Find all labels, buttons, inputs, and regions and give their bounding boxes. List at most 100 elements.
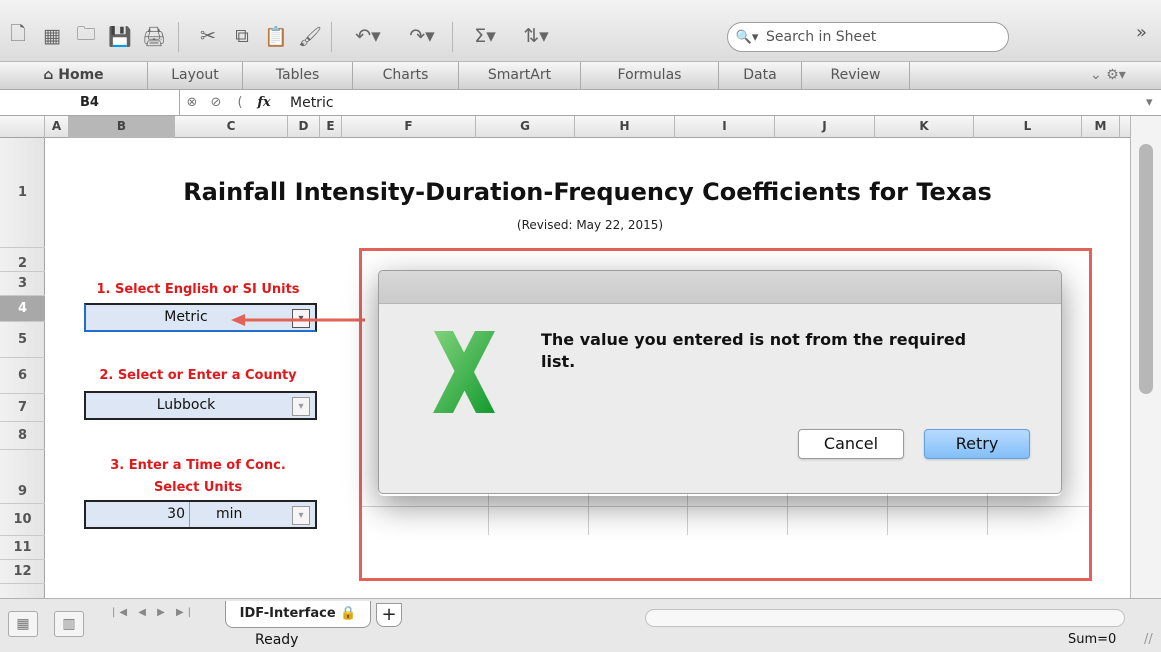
row-header-8[interactable]: 8 <box>0 422 45 450</box>
sum-display: Sum=0 <box>1068 632 1117 647</box>
row-header-5[interactable]: 5 <box>0 322 45 358</box>
row-header-3[interactable]: 3 <box>0 272 45 296</box>
formula-paren-icon: ( <box>237 94 243 110</box>
name-box[interactable]: B4 <box>0 89 180 116</box>
step-3-sub-label: Select Units <box>153 480 243 495</box>
time-unit-dropdown-button[interactable]: ▾ <box>292 506 310 525</box>
row-header-7[interactable]: 7 <box>0 394 45 422</box>
autosum-icon[interactable]: Σ▾ <box>462 22 508 50</box>
column-header-e[interactable]: E <box>320 116 342 138</box>
formula-input[interactable]: Metric <box>276 95 334 111</box>
ribbon-settings-icon[interactable]: ⌄ ⚙▾ <box>1090 62 1126 89</box>
revision-date: (Revised: May 22, 2015) <box>516 218 664 232</box>
row-header-11[interactable]: 11 <box>0 536 45 560</box>
dialog-message: The value you entered is not from the re… <box>541 330 967 371</box>
column-header-d[interactable]: D <box>288 116 320 138</box>
excel-window: { "toolbar": { "icons": ["new-icon","tem… <box>0 0 1161 652</box>
column-header-g[interactable]: G <box>476 116 575 138</box>
vertical-scroll-thumb[interactable] <box>1139 144 1153 394</box>
column-header-k[interactable]: K <box>875 116 974 138</box>
column-header-b[interactable]: B <box>69 116 175 138</box>
row-header-1[interactable]: 1 <box>0 138 45 248</box>
paste-icon[interactable]: 📋 <box>262 22 290 50</box>
new-icon[interactable]: 🗋 <box>4 22 32 50</box>
search-icon: 🔍▾ <box>735 29 759 45</box>
vertical-scrollbar[interactable] <box>1130 116 1161 598</box>
tab-layout[interactable]: Layout <box>148 62 243 90</box>
county-cell[interactable]: Lubbock ▾ <box>84 391 317 420</box>
retry-button[interactable]: Retry <box>924 429 1030 459</box>
sheet-navigation-arrows[interactable]: |◀ ◀ ▶ ▶| <box>112 607 195 618</box>
cancel-button[interactable]: Cancel <box>798 429 904 459</box>
step-1-label: 1. Select English or SI Units <box>96 282 300 297</box>
templates-icon[interactable]: ▦ <box>38 22 66 50</box>
annotation-arrow <box>231 314 365 326</box>
column-header-i[interactable]: I <box>675 116 775 138</box>
column-header-a[interactable]: A <box>45 116 69 138</box>
toolbar-separator <box>452 22 453 52</box>
dialog-titlebar <box>379 271 1061 304</box>
format-painter-icon[interactable]: 🖌 <box>296 22 324 50</box>
tab-smartart[interactable]: SmartArt <box>459 62 581 90</box>
tab-review[interactable]: Review <box>802 62 910 90</box>
toolbar-separator <box>178 22 179 52</box>
open-icon[interactable]: 🗀 <box>72 22 100 50</box>
tab-data[interactable]: Data <box>719 62 802 90</box>
save-icon[interactable]: 💾 <box>106 22 134 50</box>
validation-error-dialog: The value you entered is not from the re… <box>378 270 1062 494</box>
sheet-tab[interactable]: IDF-Interface 🔒 <box>225 601 371 628</box>
row-header-10[interactable]: 10 <box>0 504 45 536</box>
print-icon[interactable]: 🖨 <box>140 22 168 50</box>
toolbar-overflow-icon[interactable]: » <box>1136 22 1147 43</box>
time-unit[interactable]: min <box>216 502 242 527</box>
tab-formulas[interactable]: Formulas <box>581 62 719 90</box>
copy-icon[interactable]: ⧉ <box>228 22 256 50</box>
tab-home[interactable]: ⌂ Home <box>0 62 148 90</box>
cut-icon[interactable]: ✂ <box>194 22 222 50</box>
row-headers: 1 2 3 4 5 6 7 8 9 10 11 12 <box>0 138 45 598</box>
row-header-2[interactable]: 2 <box>0 248 45 272</box>
page-layout-view-button[interactable]: ▥ <box>54 611 84 637</box>
row-header-12[interactable]: 12 <box>0 560 45 584</box>
insert-function-icon[interactable]: fx <box>252 95 276 110</box>
column-header-m[interactable]: M <box>1082 116 1120 138</box>
undo-icon[interactable]: ↶▾ <box>344 22 392 50</box>
row-header-4[interactable]: 4 <box>0 296 45 322</box>
search-input[interactable]: Search in Sheet <box>766 29 876 45</box>
row-header-9[interactable]: 9 <box>0 450 45 504</box>
column-headers: A B C D E F G H I J K L M <box>0 116 1130 138</box>
time-cell[interactable]: 30 min ▾ <box>84 500 317 529</box>
status-text: Ready <box>255 632 299 648</box>
row-header-6[interactable]: 6 <box>0 358 45 394</box>
formula-bar: B4 ⊗ ⊘ ( fx Metric ▾ <box>0 89 1161 116</box>
redo-icon[interactable]: ↷▾ <box>398 22 446 50</box>
grid-line <box>362 506 1089 507</box>
column-header-l[interactable]: L <box>974 116 1082 138</box>
lock-icon: 🔒 <box>340 606 357 621</box>
select-all-corner[interactable] <box>0 116 45 138</box>
confirm-edit-icon[interactable]: ⊘ <box>204 90 228 116</box>
standard-toolbar: 🗋 ▦ 🗀 💾 🖨 ✂ ⧉ 📋 🖌 ↶▾ ↷▾ Σ▾ ⇅▾ 🔍▾ Search … <box>0 0 1161 62</box>
column-header-j[interactable]: J <box>775 116 875 138</box>
horizontal-scrollbar[interactable] <box>645 609 1125 627</box>
cancel-edit-icon[interactable]: ⊗ <box>180 90 204 116</box>
tab-charts[interactable]: Charts <box>353 62 459 90</box>
sheet-tab-label: IDF-Interface <box>239 606 336 621</box>
toolbar-separator <box>331 22 332 52</box>
county-dropdown-button[interactable]: ▾ <box>292 397 310 416</box>
time-value[interactable]: 30 <box>86 502 190 527</box>
column-header-h[interactable]: H <box>575 116 675 138</box>
step-3-label: 3. Enter a Time of Conc. <box>110 458 286 473</box>
add-sheet-button[interactable]: + <box>376 603 402 627</box>
column-header-f[interactable]: F <box>342 116 476 138</box>
resize-grip-icon[interactable]: // <box>1144 632 1153 647</box>
sheet-title: Rainfall Intensity-Duration-Frequency Co… <box>183 178 992 206</box>
column-header-c[interactable]: C <box>175 116 288 138</box>
normal-view-button[interactable]: ▦ <box>8 611 38 637</box>
formula-bar-dropdown-icon[interactable]: ▾ <box>1146 90 1153 116</box>
tab-tables[interactable]: Tables <box>243 62 353 90</box>
status-area: ▦ ▥ |◀ ◀ ▶ ▶| IDF-Interface 🔒 + Ready Su… <box>0 598 1161 652</box>
sort-icon[interactable]: ⇅▾ <box>513 22 559 50</box>
county-value[interactable]: Lubbock <box>86 393 286 418</box>
search-sheet-field[interactable]: 🔍▾ Search in Sheet <box>727 22 1009 52</box>
